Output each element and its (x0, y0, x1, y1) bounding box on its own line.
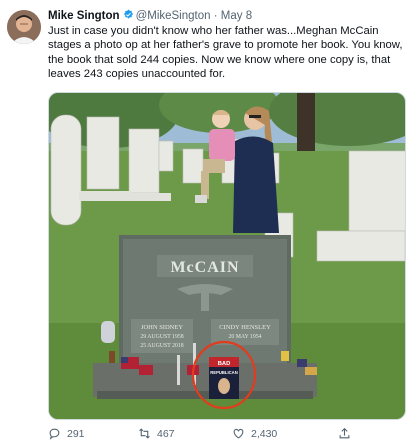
author-name[interactable]: Mike Sington (48, 10, 120, 22)
plaque-left-line-2: 29 AUGUST 1958 (140, 334, 183, 340)
separator-dot: · (213, 10, 218, 22)
retweet-button[interactable]: 467 (138, 427, 175, 440)
avatar[interactable] (7, 10, 41, 44)
plaque-left-line-1: JOHN SIDNEY (141, 324, 183, 331)
headstone-name: McCAIN (170, 259, 239, 276)
tweet-photo[interactable]: McCAIN JOHN SIDNEY 29 AUGUST 1958 25 AUG… (48, 92, 406, 420)
tweet-header: Mike Sington @MikeSington · May 8 (48, 9, 405, 24)
retweet-count: 467 (157, 427, 175, 440)
reply-count: 291 (67, 427, 85, 440)
tweet-actions: 291 467 2,430 (48, 427, 404, 443)
verified-badge-icon (123, 9, 133, 19)
tweet-date[interactable]: May 8 (221, 10, 252, 22)
plaque-right-line-2: 20 MAY 1954 (228, 334, 261, 340)
plaque-left-line-3: 25 AUGUST 2018 (140, 343, 183, 349)
reply-button[interactable]: 291 (48, 427, 85, 440)
cemetery-photo: McCAIN JOHN SIDNEY 29 AUGUST 1958 25 AUG… (49, 93, 405, 419)
tweet: Mike Sington @MikeSington · May 8 Just in… (0, 0, 413, 447)
tweet-text: Just in case you didn't know who her fat… (48, 25, 403, 80)
like-button[interactable]: 2,430 (232, 427, 277, 440)
like-icon (233, 428, 244, 439)
share-icon (339, 427, 350, 439)
book-title-line-2: REPUBLICAN (210, 370, 237, 375)
reply-icon (49, 428, 60, 440)
share-button[interactable] (338, 427, 351, 440)
plaque-right-line-1: CINDY HENSLEY (219, 324, 271, 331)
author-handle[interactable]: @MikeSington (136, 10, 211, 22)
retweet-icon (139, 428, 150, 439)
like-count: 2,430 (251, 427, 278, 440)
book-title-line-1: BAD (218, 361, 231, 367)
